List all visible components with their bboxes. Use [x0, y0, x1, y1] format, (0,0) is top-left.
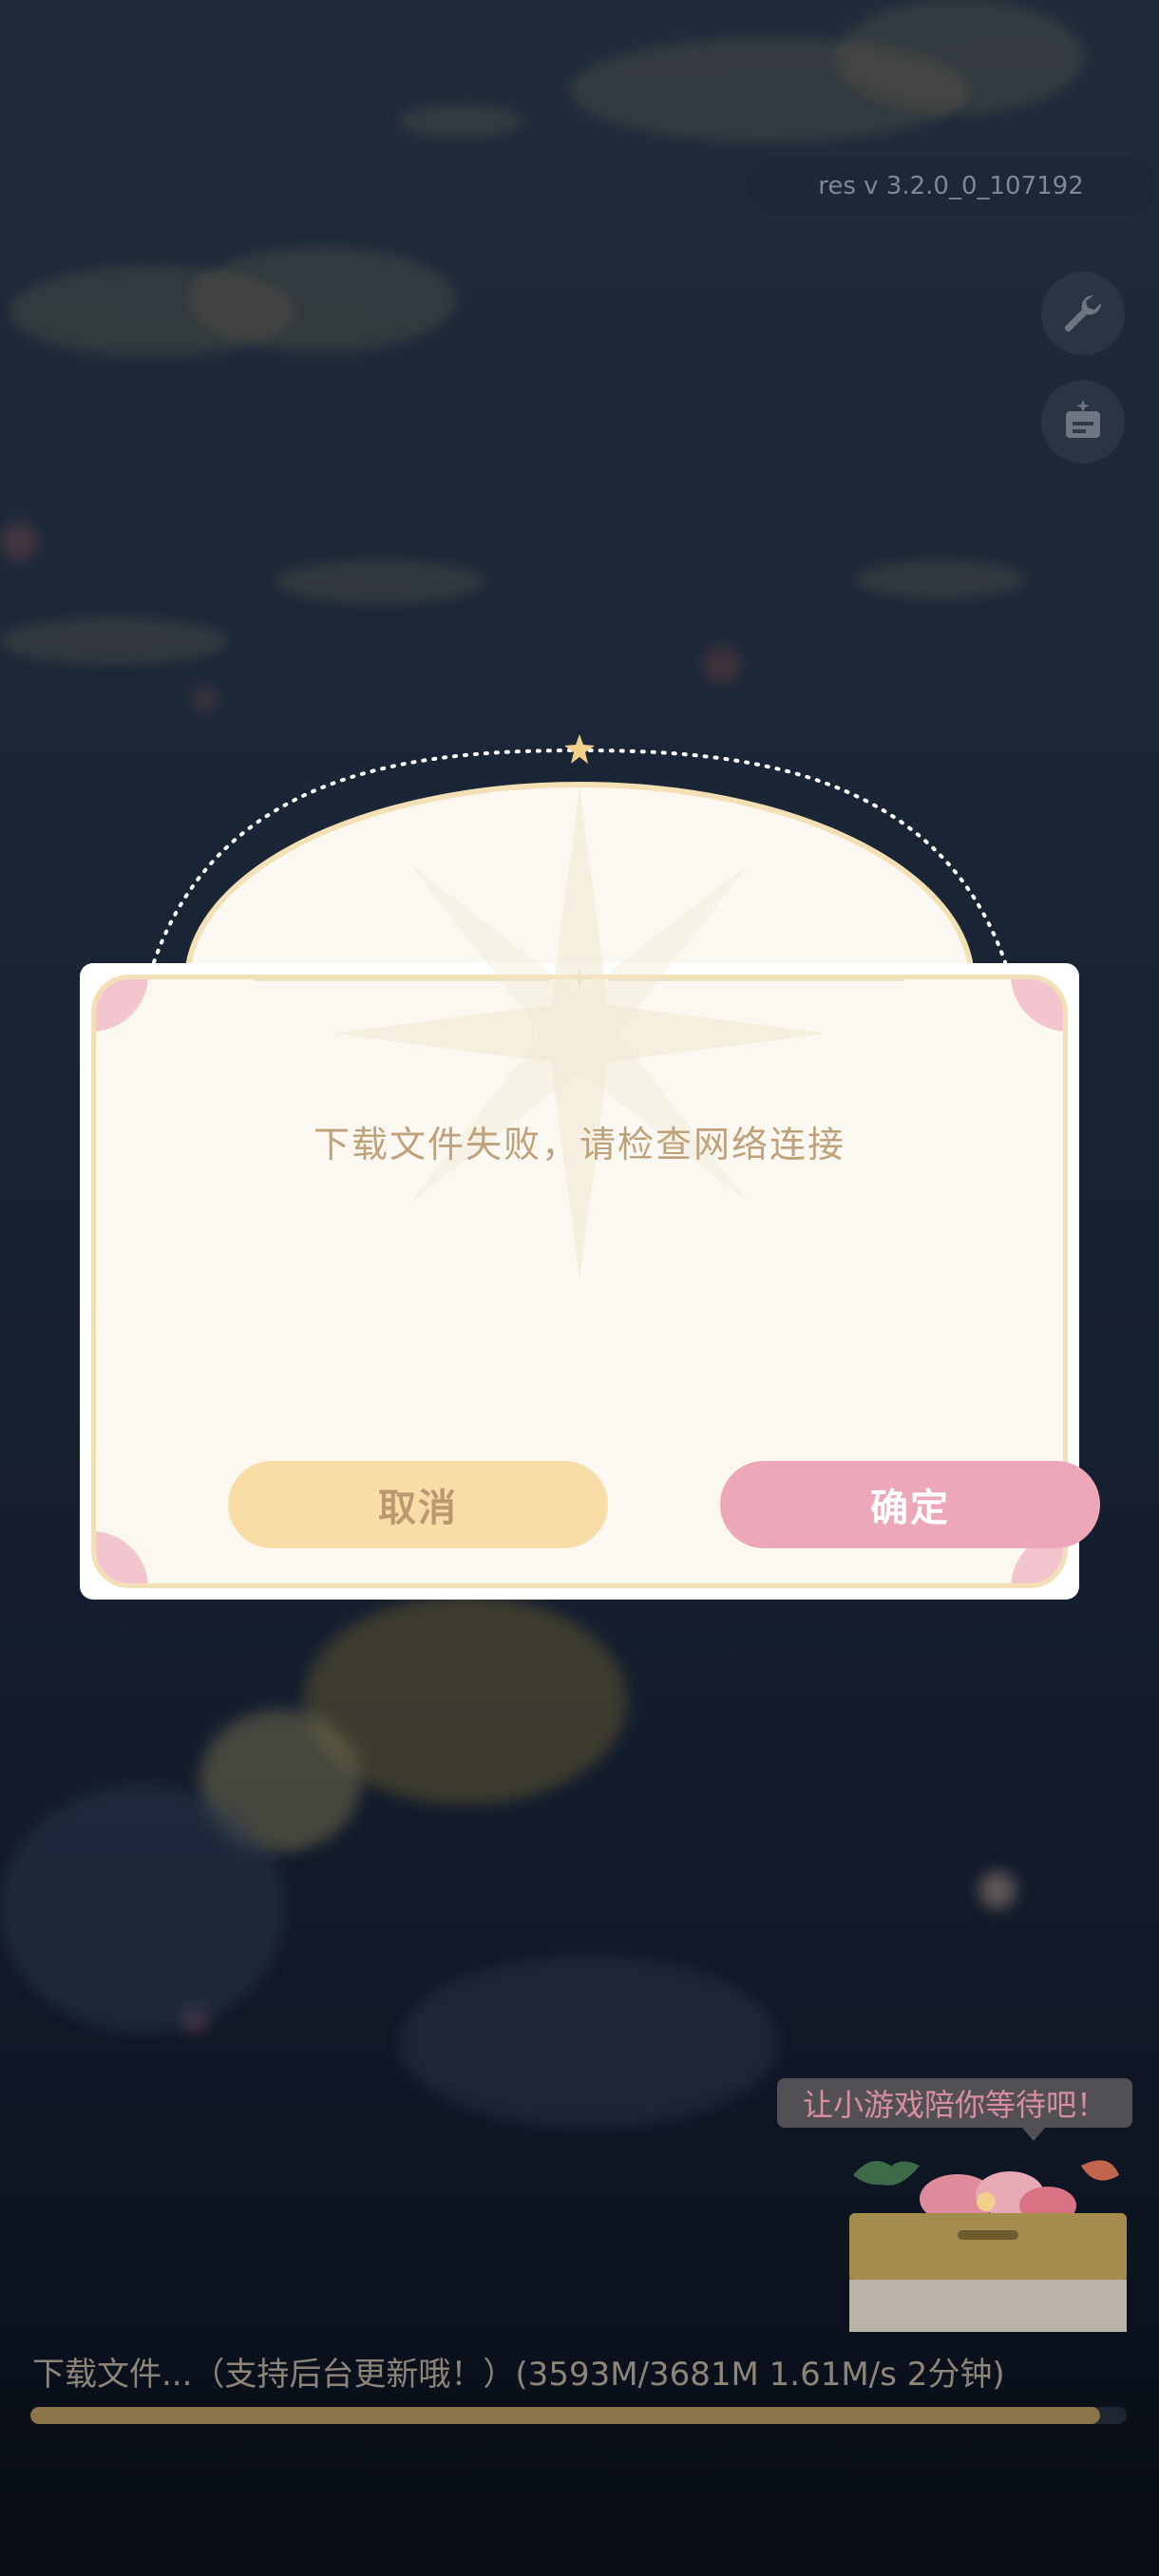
mini-game-button[interactable] [844, 2147, 1132, 2337]
wrench-button[interactable] [1041, 272, 1125, 355]
divider-right [610, 978, 904, 981]
error-dialog: 下载文件失败，请检查网络连接 取消 确定 [80, 729, 1100, 1603]
notice-board-button[interactable] [1041, 380, 1125, 464]
notice-board-icon [1066, 400, 1100, 438]
compass-star-decoration [332, 786, 826, 1280]
sparkle-icon [568, 967, 591, 990]
version-label: res v 3.2.0_0_107192 [747, 157, 1155, 216]
confirm-button[interactable]: 确定 [720, 1461, 1100, 1548]
download-progress-fill [30, 2407, 1101, 2424]
wrench-icon [1064, 294, 1102, 332]
cancel-button[interactable]: 取消 [228, 1461, 608, 1548]
star-icon [564, 734, 595, 764]
download-status: 下载文件...（支持后台更新哦！）(3593M/3681M 1.61M/s 2分… [32, 2356, 1005, 2394]
download-progress-bar [30, 2407, 1127, 2424]
divider-left [255, 978, 549, 981]
mini-game-prompt[interactable]: 让小游戏陪你等待吧！ [777, 2078, 1132, 2141]
flower-basket-icon [849, 2160, 1127, 2332]
dialog-message: 下载文件失败，请检查网络连接 [313, 1124, 846, 1165]
